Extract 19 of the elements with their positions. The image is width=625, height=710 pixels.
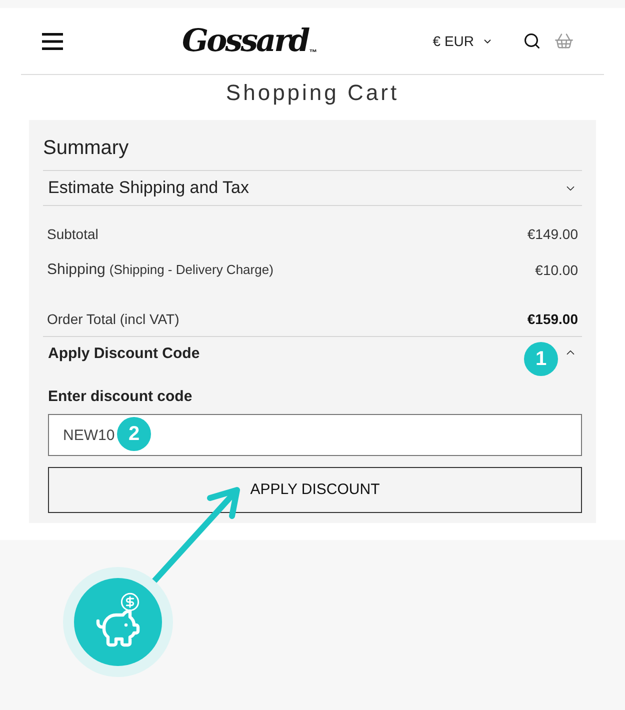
row-note: (Shipping - Delivery Charge) (109, 260, 274, 279)
discount-code-toggle[interactable]: Apply Discount Code (48, 343, 200, 366)
trademark-mark: ™ (309, 48, 318, 56)
summary-title: Summary (43, 136, 130, 161)
row-label: Subtotal (47, 224, 98, 244)
menu-icon[interactable] (42, 32, 63, 50)
row-label: Shipping (47, 260, 106, 280)
row-label: Order Total (incl VAT) (47, 310, 180, 329)
currency-selector[interactable]: € EUR (432, 30, 493, 52)
brand-logo[interactable]: Gossard (182, 26, 308, 56)
row-value: €159.00 (527, 310, 578, 328)
search-icon[interactable] (523, 32, 541, 50)
row-value: €10.00 (535, 260, 578, 280)
row-value: €149.00 (527, 224, 578, 244)
estimate-shipping-toggle[interactable]: Estimate Shipping and Tax (48, 175, 249, 201)
page-title: Shopping Cart (224, 79, 400, 107)
basket-icon[interactable] (554, 31, 574, 51)
apply-discount-button[interactable]: APPLY DISCOUNT (48, 467, 582, 513)
discount-field-label: Enter discount code (48, 386, 192, 407)
